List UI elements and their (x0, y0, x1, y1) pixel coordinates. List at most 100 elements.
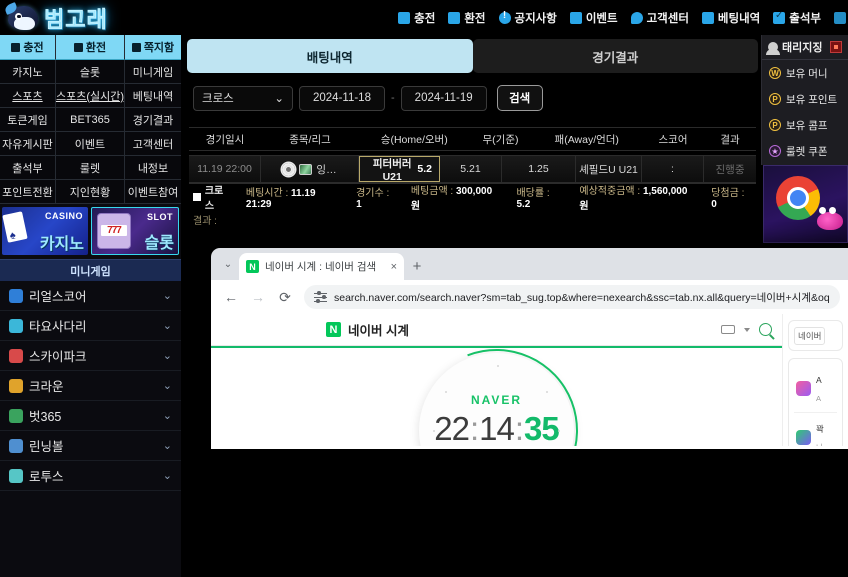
search-icon[interactable] (759, 323, 772, 336)
topnav-item-withdraw[interactable]: 환전 (448, 10, 485, 26)
chevron-down-icon[interactable]: ⌄ (163, 379, 172, 392)
minigame-item-lotus[interactable]: 로투스 ⌄ (0, 461, 181, 491)
banner-casino[interactable]: CASINO 카지노 (2, 207, 88, 255)
topnav-label: 충전 (414, 10, 435, 26)
chevron-down-icon[interactable] (744, 328, 750, 332)
search-button[interactable]: 검색 (497, 85, 543, 111)
sidebar-item-roulette[interactable]: 룰렛 (56, 156, 125, 180)
user-money-row[interactable]: W 보유 머니 (762, 60, 848, 86)
table-row[interactable]: 11.19 22:00 잉… 피터버러 U21 5.2 5.21 1.25 셰필… (189, 155, 756, 183)
topnav-item-deposit[interactable]: 충전 (398, 10, 435, 26)
app-icon (796, 381, 811, 396)
sidebar-item-withdraw[interactable]: 환전 (56, 35, 125, 60)
banner-en-label: SLOT (147, 212, 173, 222)
list-item[interactable]: A A (794, 364, 837, 413)
banner-slot[interactable]: SLOT 슬롯 (91, 207, 179, 255)
chrome-logo-icon[interactable] (763, 165, 848, 243)
date-from-input[interactable]: 2024-11-18 (299, 86, 385, 111)
close-icon[interactable]: × (391, 261, 397, 273)
user-panel-header: 태리지징 (762, 35, 848, 60)
sidebar-item-referrals[interactable]: 지인현황 (56, 180, 125, 204)
sidebar-item-token-game[interactable]: 토큰게임 (0, 108, 56, 132)
sidebar-item-point-exchange[interactable]: 포인트전환 (0, 180, 56, 204)
topnav-item-support[interactable]: 고객센터 (631, 10, 689, 26)
sidebar-item-messages[interactable]: 쪽지함 (125, 35, 181, 60)
browser-tab[interactable]: N 네이버 시계 : 네이버 검색 × (239, 253, 404, 280)
minigame-item-skypark[interactable]: 스카이파크 ⌄ (0, 341, 181, 371)
naver-header-actions (721, 323, 782, 336)
banner-kr-label: 슬롯 (145, 229, 174, 253)
minigame-item-realscore[interactable]: 리얼스코어 ⌄ (0, 281, 181, 311)
sidebar-item-support[interactable]: 고객센터 (125, 132, 181, 156)
new-tab-button[interactable]: + (404, 253, 430, 280)
sidebar-item-label: 스포츠(실시간) (56, 88, 124, 104)
sidebar-item-sports-live[interactable]: 스포츠(실시간) (56, 84, 125, 108)
user-point-label: 보유 포인트 (786, 92, 837, 107)
sidebar-item-event-join[interactable]: 이벤트참여 (125, 180, 181, 204)
naver-logo-icon[interactable]: N (326, 322, 341, 337)
tab-search-chevron-icon[interactable]: ⌄ (217, 248, 239, 280)
site-logo[interactable]: 범고래 (0, 2, 190, 34)
sidebar-item-label: 카지노 (12, 64, 42, 80)
user-comp-row[interactable]: P 보유 콤프 (762, 112, 848, 138)
chevron-down-icon[interactable]: ⌄ (163, 289, 172, 302)
chevron-down-icon[interactable]: ⌄ (163, 349, 172, 362)
user-point-row[interactable]: P 보유 포인트 (762, 86, 848, 112)
topnav-item-overflow[interactable] (834, 12, 846, 24)
keyboard-icon[interactable] (721, 325, 735, 334)
summary-payout: 당첨금 : 0 (711, 184, 752, 210)
topnav-item-event[interactable]: 이벤트 (570, 10, 618, 26)
topnav-item-attendance[interactable]: 출석부 (773, 10, 821, 26)
sidebar-item-deposit[interactable]: 충전 (0, 35, 56, 60)
point-coin-icon: P (769, 93, 781, 105)
user-roulette-coupon-row[interactable]: ★ 룰렛 쿠폰 (762, 138, 848, 164)
site-settings-icon[interactable] (314, 292, 327, 303)
sidebar-item-label: 고객센터 (133, 136, 173, 152)
sidebar-item-sports[interactable]: 스포츠 (0, 84, 56, 108)
logout-icon[interactable] (830, 41, 842, 53)
sidebar-banners: CASINO 카지노 SLOT 슬롯 (0, 204, 181, 255)
topnav-item-notice[interactable]: 공지사항 (499, 10, 557, 26)
sidebar-item-match-results[interactable]: 경기결과 (125, 108, 181, 132)
tab-match-results[interactable]: 경기결과 (473, 39, 759, 73)
topnav-item-bet-history[interactable]: 베팅내역 (702, 10, 760, 26)
bet-type-select[interactable]: 크로스 ⌄ (193, 86, 293, 111)
sidebar-item-casino[interactable]: 카지노 (0, 60, 56, 84)
forward-arrow-icon[interactable]: → (246, 285, 270, 309)
sidebar-item-my-info[interactable]: 내정보 (125, 156, 181, 180)
date-to-input[interactable]: 2024-11-19 (401, 86, 487, 111)
minigame-item-bet365[interactable]: 벗365 ⌄ (0, 401, 181, 431)
lotus-icon (9, 469, 23, 483)
minigame-item-running-ball[interactable]: 린닝볼 ⌄ (0, 431, 181, 461)
chevron-down-icon[interactable]: ⌄ (163, 319, 172, 332)
whale-icon (6, 3, 40, 33)
summary-odds: 배당률 : 5.2 (516, 184, 565, 210)
sidebar-item-event[interactable]: 이벤트 (56, 132, 125, 156)
reload-icon[interactable]: ⟳ (273, 285, 297, 309)
cell-draw-odd[interactable]: 5.21 (440, 156, 502, 182)
summary-value: 5.2 (516, 199, 530, 210)
minigame-item-crown[interactable]: 크라운 ⌄ (0, 371, 181, 401)
sidebar-item-bet365[interactable]: BET365 (56, 108, 125, 132)
sidebar-item-attendance[interactable]: 출석부 (0, 156, 56, 180)
date-range-dash: - (391, 92, 395, 104)
banner-kr-label: 카지노 (40, 230, 84, 254)
checkbox-icon[interactable] (193, 193, 201, 201)
chevron-down-icon[interactable]: ⌄ (163, 409, 172, 422)
sidebar-item-bet-history[interactable]: 베팅내역 (125, 84, 181, 108)
summary-value: 1 (356, 199, 362, 210)
back-arrow-icon[interactable]: ← (219, 285, 243, 309)
sidebar-item-minigame[interactable]: 미니게임 (125, 60, 181, 84)
bet-type-text: 크로스 (205, 182, 232, 212)
cell-home-pick[interactable]: 피터버러 U21 5.2 (359, 156, 440, 182)
related-keyword-pill[interactable]: 네이버 (794, 327, 825, 345)
chevron-down-icon[interactable]: ⌄ (163, 469, 172, 482)
naver-favicon: N (246, 260, 259, 273)
sidebar-item-slot[interactable]: 슬롯 (56, 60, 125, 84)
address-bar[interactable]: search.naver.com/search.naver?sm=tab_sug… (304, 285, 840, 309)
tab-bet-history[interactable]: 배팅내역 (187, 39, 473, 73)
cell-away-odd[interactable]: 1.25 (502, 156, 576, 182)
sidebar-item-free-board[interactable]: 자유게시판 (0, 132, 56, 156)
minigame-item-tayo-ladder[interactable]: 타요사다리 ⌄ (0, 311, 181, 341)
chevron-down-icon[interactable]: ⌄ (163, 439, 172, 452)
